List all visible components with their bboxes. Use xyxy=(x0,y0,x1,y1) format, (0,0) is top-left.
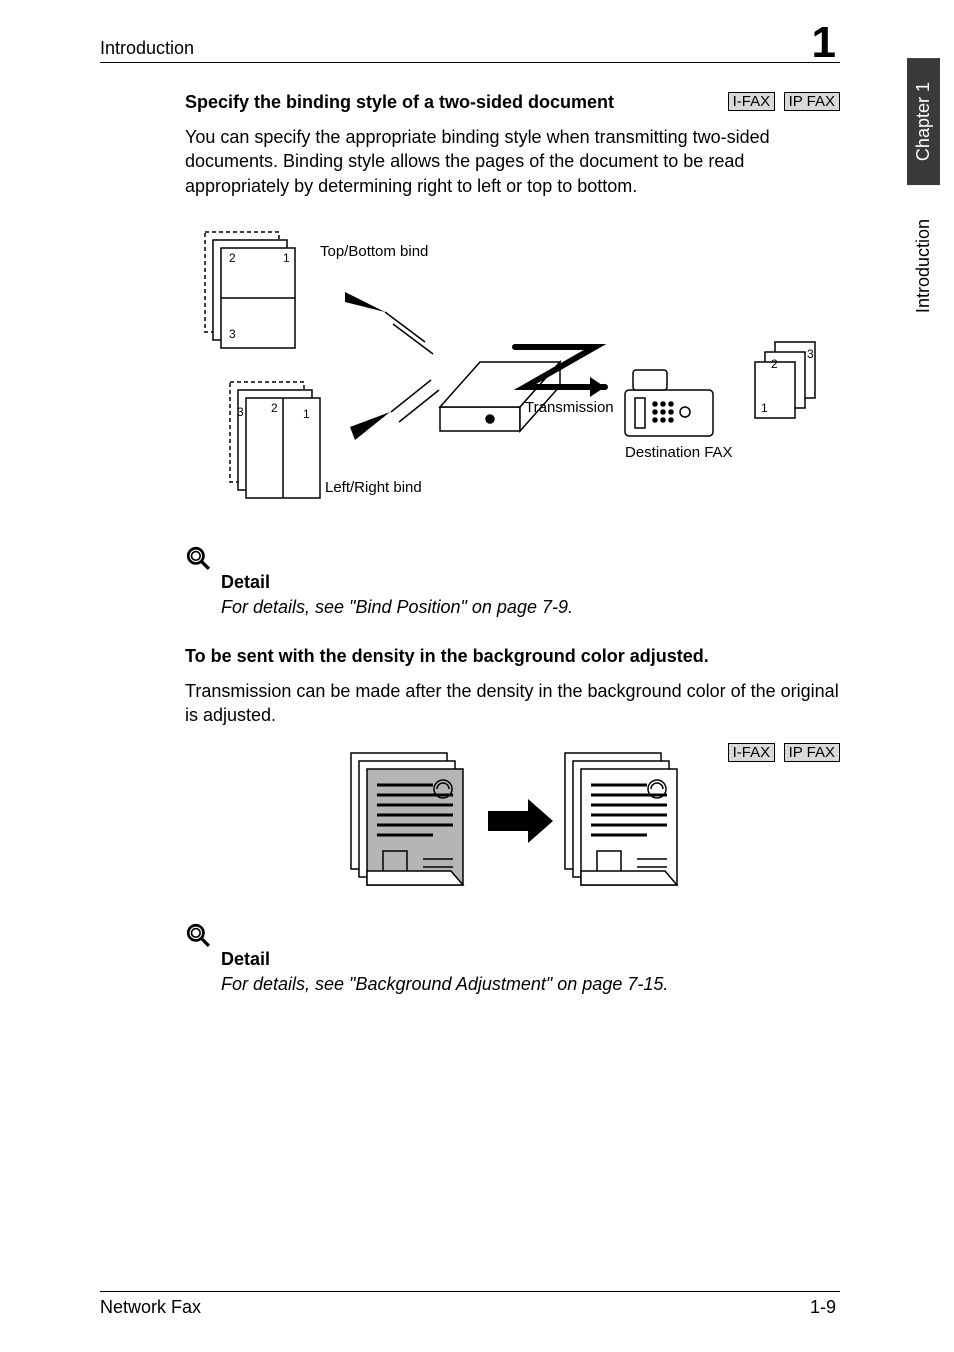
section-density: To be sent with the density in the backg… xyxy=(185,646,840,996)
badge-ifax: I-FAX xyxy=(728,92,776,111)
section-heading: To be sent with the density in the backg… xyxy=(185,646,840,667)
density-figure xyxy=(333,741,693,891)
num-3b: 3 xyxy=(237,405,244,419)
footer-rule xyxy=(100,1291,840,1292)
footer-page-number: 1-9 xyxy=(810,1297,836,1318)
side-tab-title: Introduction xyxy=(907,195,940,337)
footer-doc-title: Network Fax xyxy=(100,1297,201,1318)
magnifier-icon xyxy=(185,545,211,571)
detail-label: Detail xyxy=(221,572,840,593)
detail-text: For details, see "Background Adjustment"… xyxy=(221,974,840,995)
page: Introduction 1 Chapter 1 Introduction Sp… xyxy=(0,0,954,1352)
num-3: 3 xyxy=(229,327,236,341)
arrow-icon xyxy=(488,799,553,843)
arrow-icon xyxy=(350,412,390,440)
num-1b: 1 xyxy=(303,407,310,421)
num-2c: 2 xyxy=(771,357,778,371)
label-top-bottom: Top/Bottom bind xyxy=(320,243,428,260)
num-1c: 1 xyxy=(761,401,768,415)
arrow-icon xyxy=(345,292,385,312)
badge-ipfax: IP FAX xyxy=(784,92,840,111)
section-binding-style: Specify the binding style of a two-sided… xyxy=(185,92,840,618)
density-figure-wrap: I-FAX IP FAX xyxy=(185,741,840,896)
content-area: Specify the binding style of a two-sided… xyxy=(185,92,840,1023)
detail-label: Detail xyxy=(221,949,840,970)
chapter-number-large: 1 xyxy=(812,18,836,68)
label-destination: Destination FAX xyxy=(625,444,733,461)
num-1: 1 xyxy=(283,251,290,265)
badge-ipfax: IP FAX xyxy=(784,743,840,762)
running-header: Introduction xyxy=(100,38,194,59)
side-tab-chapter: Chapter 1 xyxy=(907,58,940,185)
binding-figure: 2 1 3 Top/Bottom bind 2 1 3 Left/Right b… xyxy=(185,212,825,512)
num-2b: 2 xyxy=(271,401,278,415)
label-left-right: Left/Right bind xyxy=(325,479,422,496)
magnifier-icon xyxy=(185,922,211,948)
label-transmission: Transmission xyxy=(525,399,614,416)
badge-row: I-FAX IP FAX xyxy=(724,92,840,111)
badge-ifax: I-FAX xyxy=(728,743,776,762)
header-rule xyxy=(100,62,840,63)
badge-row: I-FAX IP FAX xyxy=(724,743,840,762)
num-2: 2 xyxy=(229,251,236,265)
section-paragraph: Transmission can be made after the densi… xyxy=(185,679,840,728)
section-paragraph: You can specify the appropriate binding … xyxy=(185,125,840,198)
detail-text: For details, see "Bind Position" on page… xyxy=(221,597,840,618)
num-3c: 3 xyxy=(807,347,814,361)
